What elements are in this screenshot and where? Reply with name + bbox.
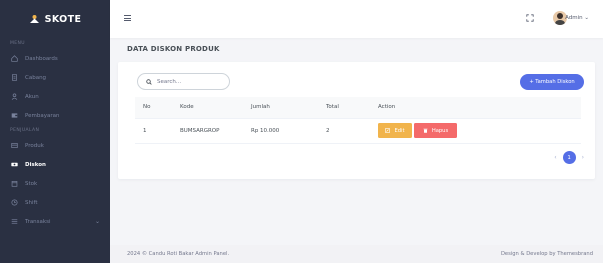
discount-table: No Kode Jumlah Total Action 1 BUMSARGROP… [135,97,581,144]
pagination-next[interactable]: › [582,154,584,161]
store-icon [10,180,18,188]
pagination-prev[interactable]: ‹ [554,154,556,161]
wallet-icon [10,112,18,120]
sidebar-item-cabang[interactable]: Cabang [0,68,110,87]
pagination-page-1[interactable]: 1 [562,151,576,164]
sidebar-item-label: Produk [25,142,44,149]
pagination: ‹ 1 › [554,151,584,164]
sidebar-item-label: Shift [25,199,38,206]
sidebar-item-label: Diskon [25,161,46,168]
chevron-down-icon: ⌄ [94,218,100,225]
cell-no: 1 [135,118,172,144]
user-icon [10,93,18,101]
delete-button[interactable]: Hapus [414,123,457,138]
cell-action: Edit Hapus [370,118,581,144]
sidebar-item-label: Akun [25,93,39,100]
search-input[interactable]: Search... [137,73,230,90]
sidebar-item-stok[interactable]: Stok [0,174,110,193]
column-header-total[interactable]: Total [318,97,370,119]
sidebar-item-produk[interactable]: Produk [0,136,110,155]
box-icon [10,142,18,150]
search-icon [146,78,152,85]
logo-icon [29,15,39,23]
menu-section-title: PENJUALAN [10,128,40,133]
edit-icon [385,128,391,133]
sidebar-item-shift[interactable]: Shift [0,193,110,212]
cell-jumlah: Rp 10.000 [243,118,318,144]
edit-button[interactable]: Edit [378,123,412,138]
add-discount-button[interactable]: + Tambah Diskon [520,74,584,90]
sidebar: SKOTE MENU Dashboards Cabang Akun Pembay… [0,0,110,263]
page-title: DATA DISKON PRODUK [127,45,220,53]
sidebar-item-label: Stok [25,180,38,187]
sidebar-item-label: Pembayaran [25,112,60,119]
topbar: Admin ⌄ [110,0,603,38]
column-header-action: Action [370,97,581,119]
sidebar-item-dashboards[interactable]: Dashboards [0,49,110,68]
footer-copyright: 2024 © Candu Roti Bakar Admin Panel. [127,251,230,257]
discount-icon [10,161,18,169]
sidebar-item-label: Transaksi [25,218,51,225]
column-header-kode[interactable]: Kode [172,97,243,119]
user-dropdown[interactable]: Admin ⌄ [565,15,589,21]
edit-label: Edit [394,127,405,134]
fullscreen-icon[interactable] [526,14,534,22]
column-header-jumlah[interactable]: Jumlah [243,97,318,119]
footer: 2024 © Candu Roti Bakar Admin Panel. Des… [110,245,603,263]
brand-logo[interactable]: SKOTE [0,0,110,38]
brand-name: SKOTE [44,13,82,25]
home-icon [10,55,18,63]
sidebar-item-diskon[interactable]: Diskon [0,155,110,174]
document-icon [10,74,18,82]
cell-total: 2 [318,118,370,144]
table-row: 1 BUMSARGROP Rp 10.000 2 Edit Hapus [135,118,581,144]
content-card: Search... + Tambah Diskon No Kode Jumlah… [118,62,595,179]
sidebar-item-pembayaran[interactable]: Pembayaran [0,106,110,125]
trash-icon [423,128,428,133]
list-icon [10,218,18,226]
clock-icon [10,199,18,207]
delete-label: Hapus [431,127,449,134]
sidebar-item-label: Cabang [25,74,47,81]
cell-kode: BUMSARGROP [172,118,243,144]
search-placeholder: Search... [157,78,182,85]
menu-section-title: MENU [10,41,25,46]
footer-credit: Design & Develop by Themesbrand [500,251,593,257]
sidebar-item-akun[interactable]: Akun [0,87,110,106]
table-header-row: No Kode Jumlah Total Action [135,97,581,119]
sidebar-item-transaksi[interactable]: Transaksi ⌄ [0,212,110,231]
column-header-no[interactable]: No [135,97,172,119]
sidebar-item-label: Dashboards [25,55,58,62]
menu-toggle-icon[interactable] [124,15,131,21]
